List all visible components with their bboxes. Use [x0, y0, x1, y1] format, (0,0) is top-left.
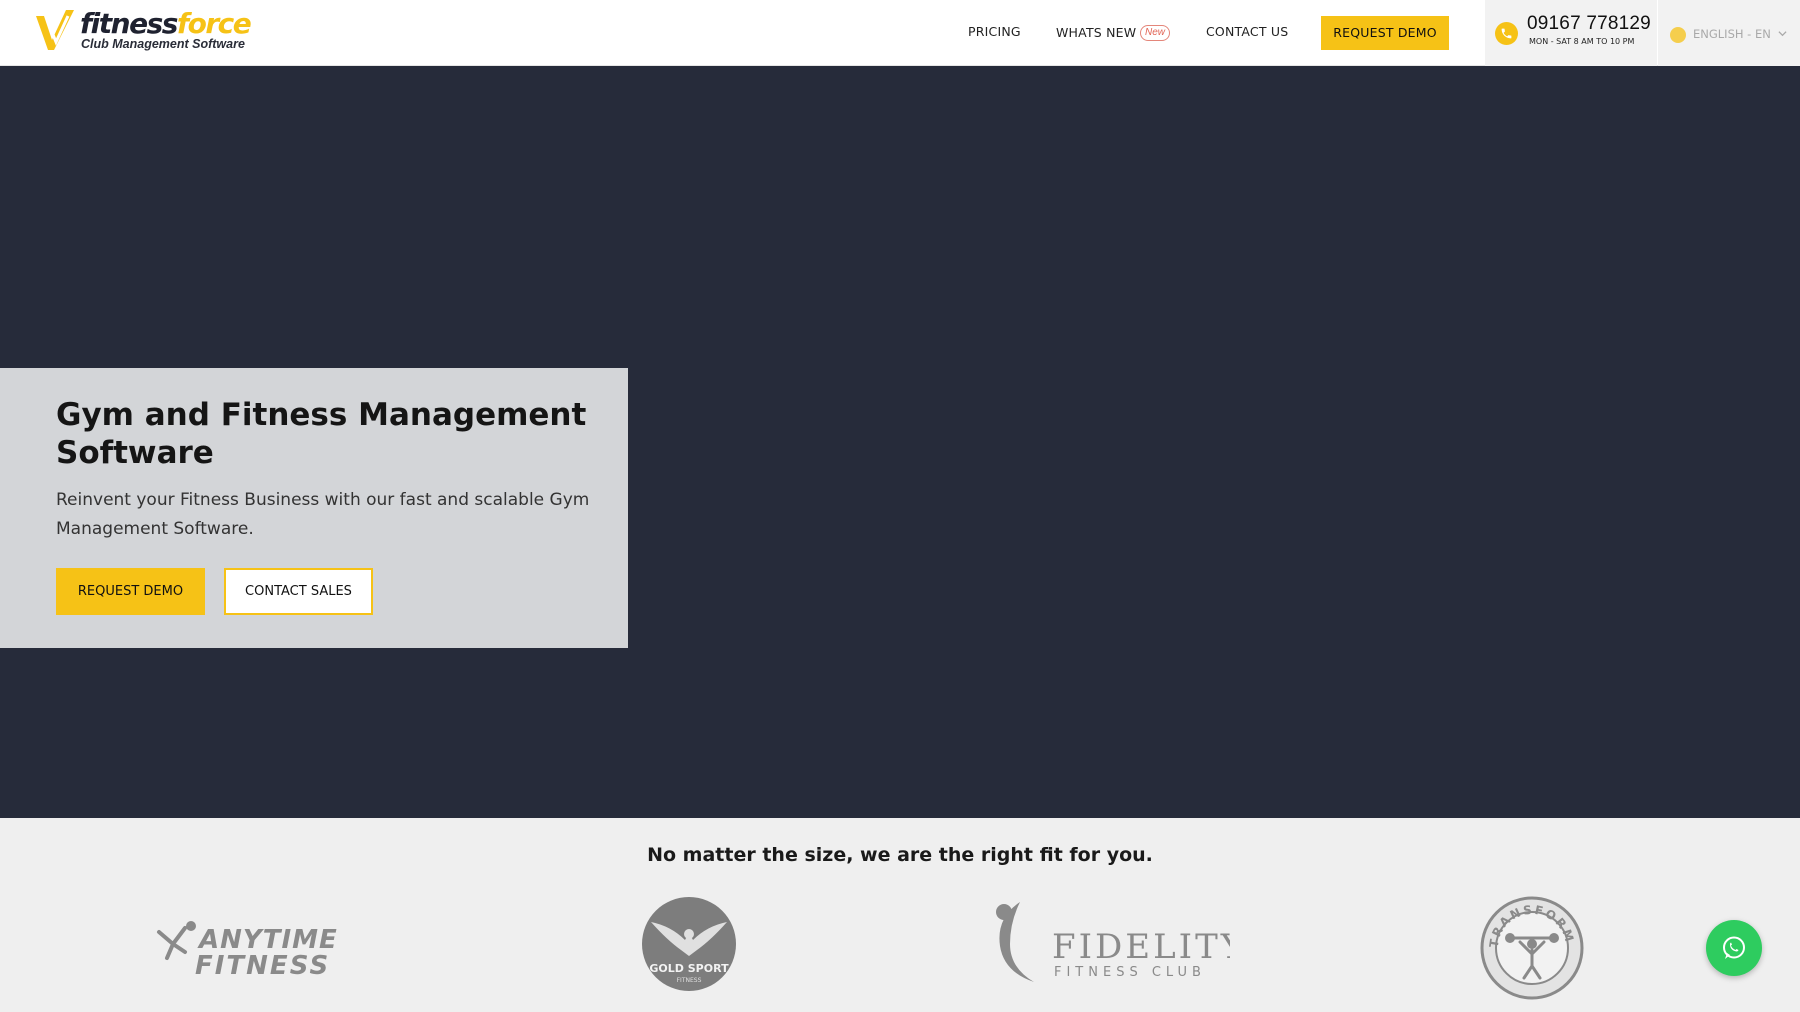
hero-subtitle: Reinvent your Fitness Business with our … — [56, 490, 590, 539]
gold-sport-logo-line2: FITNESS — [677, 977, 702, 984]
logo-brand-part1: fitness — [80, 7, 178, 40]
clients-heading: No matter the size, we are the right fit… — [647, 844, 1153, 866]
globe-icon — [1670, 27, 1686, 43]
hero-card: Gym and Fitness Management Software Rein… — [0, 368, 628, 648]
fitnessforce-logo[interactable]: fitnessforce Club Management Software — [34, 6, 252, 56]
hero-contact-sales-button[interactable]: CONTACT SALES — [224, 568, 373, 615]
fidelity-logo-line2: FITNESS CLUB — [1054, 965, 1206, 980]
phone-contact[interactable]: 09167 778129 MON - SAT 8 AM TO 10 PM — [1485, 0, 1657, 66]
transform-logo: TRANSFORM — [1480, 896, 1584, 1000]
logo-check-icon — [36, 10, 74, 50]
hero-section: Gym and Fitness Management Software Rein… — [0, 66, 1800, 818]
site-header: fitnessforce Club Management Software PR… — [0, 0, 1800, 66]
whatsapp-chat-button[interactable] — [1706, 920, 1762, 976]
whatsapp-icon — [1723, 936, 1745, 959]
nav-whats-new[interactable]: WHATS NEW — [1056, 25, 1136, 40]
chevron-down-icon — [1778, 31, 1787, 37]
phone-icon — [1495, 22, 1518, 45]
clients-section: No matter the size, we are the right fit… — [0, 818, 1800, 1012]
fidelity-fitness-club-logo: FIDELITY FITNESS CLUB — [996, 902, 1230, 982]
nav-pricing[interactable]: PRICING — [968, 24, 1021, 39]
hero-request-demo-button[interactable]: REQUEST DEMO — [56, 568, 205, 615]
anytime-logo-line2: FITNESS — [195, 951, 330, 978]
phone-hours: MON - SAT 8 AM TO 10 PM — [1529, 37, 1635, 46]
header-request-demo-button[interactable]: REQUEST DEMO — [1321, 16, 1449, 50]
hero-title: Gym and Fitness Management Software — [56, 397, 587, 471]
anytime-fitness-logo: ANYTIME FITNESS — [157, 921, 337, 978]
gold-sport-logo: GOLD SPORT FITNESS — [642, 897, 736, 991]
logo-brand-text: fitnessforce — [80, 7, 252, 40]
fidelity-logo-line1: FIDELITY — [1052, 927, 1230, 967]
language-selector[interactable]: ENGLISH - EN — [1658, 0, 1800, 66]
nav-contact-us[interactable]: CONTACT US — [1206, 24, 1288, 39]
gold-sport-logo-line1: GOLD SPORT — [649, 962, 729, 975]
logo-tagline: Club Management Software — [81, 37, 245, 51]
logo-brand-part2: force — [176, 7, 252, 40]
new-badge: New — [1140, 25, 1170, 41]
phone-number: 09167 778129 — [1527, 13, 1651, 34]
language-label: ENGLISH - EN — [1693, 27, 1771, 41]
